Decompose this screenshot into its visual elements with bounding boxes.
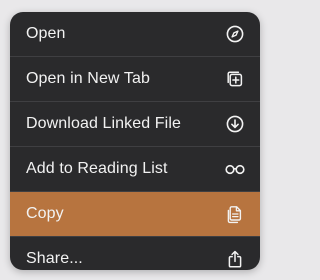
menu-item-label: Open xyxy=(26,25,66,42)
menu-item-copy[interactable]: Copy xyxy=(10,192,260,236)
compass-icon xyxy=(224,23,246,45)
copy-documents-icon xyxy=(224,203,246,225)
menu-item-label: Download Linked File xyxy=(26,115,181,132)
menu-item-share[interactable]: Share... xyxy=(10,237,260,270)
context-menu: Open Open in New Tab Download Linked Fil… xyxy=(10,12,260,270)
menu-item-label: Add to Reading List xyxy=(26,160,168,177)
new-tab-icon xyxy=(224,68,246,90)
menu-item-add-to-reading-list[interactable]: Add to Reading List xyxy=(10,147,260,191)
menu-item-label: Open in New Tab xyxy=(26,70,150,87)
menu-item-label: Copy xyxy=(26,205,64,222)
menu-item-open-in-new-tab[interactable]: Open in New Tab xyxy=(10,57,260,101)
share-icon xyxy=(224,248,246,270)
menu-item-download-linked-file[interactable]: Download Linked File xyxy=(10,102,260,146)
glasses-icon xyxy=(224,158,246,180)
menu-item-open[interactable]: Open xyxy=(10,12,260,56)
menu-item-label: Share... xyxy=(26,250,83,267)
download-circle-icon xyxy=(224,113,246,135)
